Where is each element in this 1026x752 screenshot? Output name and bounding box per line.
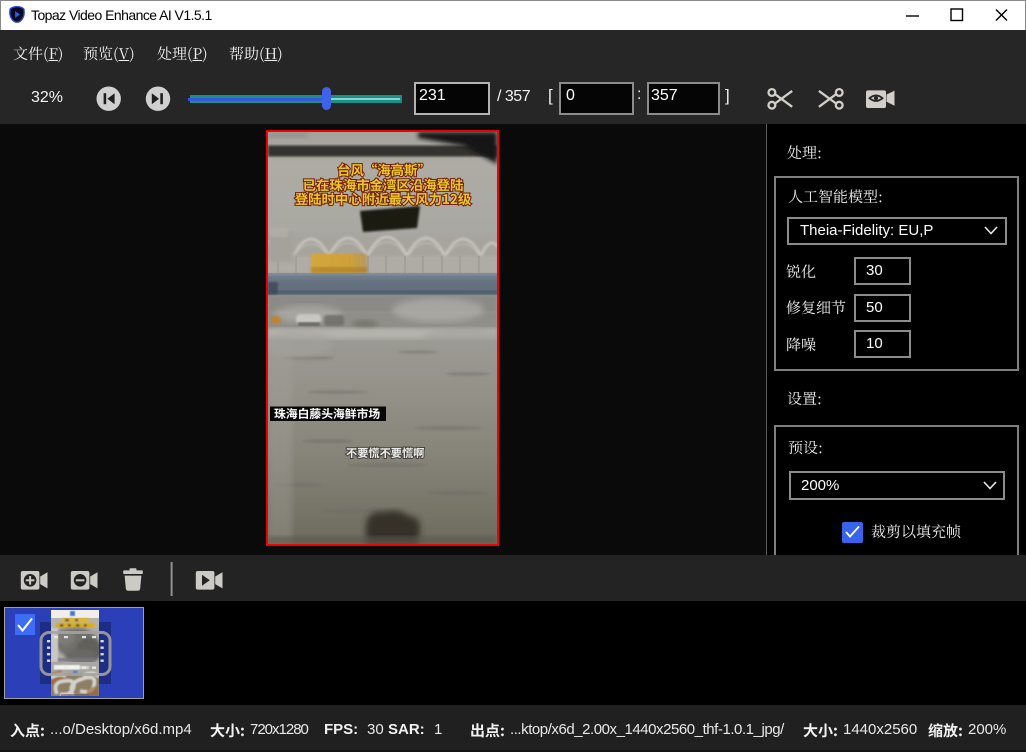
svg-text:珠海白藤头海鲜市场: 珠海白藤头海鲜市场 xyxy=(274,405,380,422)
svg-text:登陆时中心附近最大风力12级: 登陆时中心附近最大风力12级 xyxy=(295,188,472,208)
svg-text:不要慌不要慌啊: 不要慌不要慌啊 xyxy=(346,445,424,461)
